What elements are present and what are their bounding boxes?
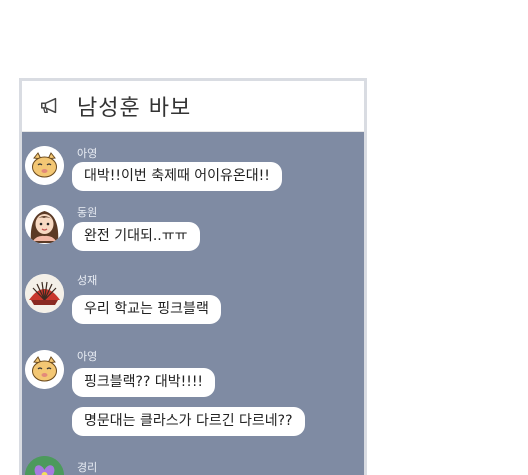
girl-icon — [25, 205, 64, 244]
cat-icon — [25, 146, 64, 185]
message-bubble[interactable]: 우리 학교는 핑크블랙 — [72, 295, 221, 324]
sender-name: 아영 — [77, 147, 98, 160]
sender-name: 동원 — [77, 206, 98, 219]
chat-window: 남성훈 바보 아영 대박!!이번 축제때 어이유온대!! 동원 완전 기대되..… — [19, 78, 367, 475]
cat-icon — [25, 350, 64, 389]
cat-avatar[interactable] — [25, 146, 64, 185]
fan-icon — [25, 274, 64, 313]
cat-avatar[interactable] — [25, 350, 64, 389]
message-bubble[interactable]: 핑크블랙?? 대박!!!! — [72, 368, 216, 397]
sender-name: 성재 — [77, 274, 98, 287]
flower-icon — [25, 456, 64, 475]
flower-avatar[interactable] — [25, 456, 64, 475]
fan-avatar[interactable] — [25, 274, 64, 313]
sender-name: 경리 — [77, 461, 98, 474]
chat-title: 남성훈 바보 — [77, 96, 192, 121]
girl-avatar[interactable] — [25, 205, 64, 244]
message-bubble[interactable]: 명문대는 클라스가 다르긴 다르네?? — [72, 407, 305, 436]
message-bubble[interactable]: 완전 기대되..ㅠㅠ — [72, 222, 200, 251]
sender-name: 아영 — [77, 350, 98, 363]
chat-header: 남성훈 바보 — [22, 81, 364, 132]
message-bubble[interactable]: 대박!!이번 축제때 어이유온대!! — [72, 162, 282, 191]
megaphone-icon — [41, 97, 57, 114]
